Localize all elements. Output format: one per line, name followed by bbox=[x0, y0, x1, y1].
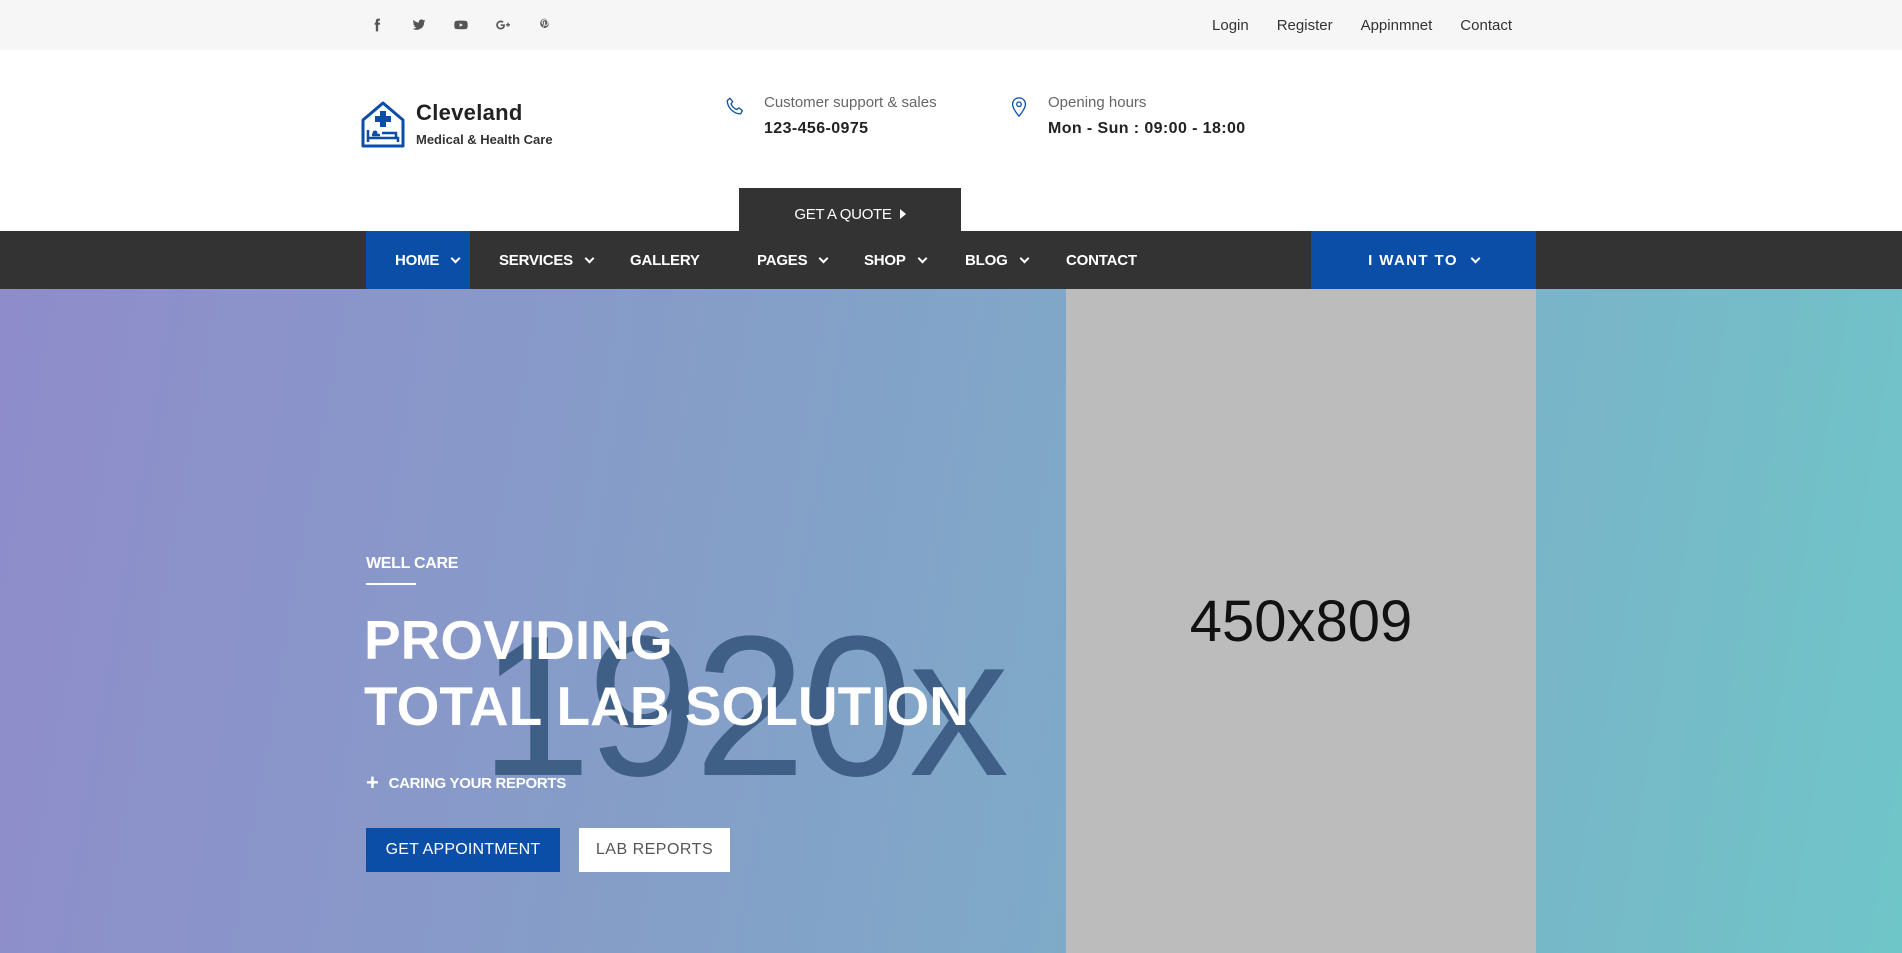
support-phone[interactable]: 123-456-0975 bbox=[764, 120, 937, 138]
chevron-down-icon bbox=[818, 253, 829, 263]
get-quote-label: GET A QUOTE bbox=[794, 205, 892, 223]
nav-item-pages[interactable]: PAGES bbox=[757, 231, 829, 289]
tagline-text: CARING YOUR REPORTS bbox=[388, 774, 567, 792]
nav-item-label: PAGES bbox=[757, 251, 808, 269]
nav-item-shop[interactable]: SHOP bbox=[864, 231, 928, 289]
lab-reports-button[interactable]: LAB REPORTS bbox=[579, 828, 730, 872]
chevron-down-icon bbox=[1470, 253, 1481, 263]
nav-item-label: SERVICES bbox=[499, 251, 573, 269]
phone-icon bbox=[726, 97, 743, 115]
headline-line-2: TOTAL LAB SOLUTION bbox=[364, 675, 969, 737]
caret-right-icon bbox=[899, 209, 906, 219]
nav-item-services[interactable]: SERVICES bbox=[499, 231, 595, 289]
chevron-down-icon bbox=[584, 253, 595, 263]
hero-eyebrow: WELL CARE bbox=[366, 555, 459, 572]
nav-item-blog[interactable]: BLOG bbox=[965, 231, 1029, 289]
chevron-down-icon bbox=[1019, 253, 1029, 263]
login-link[interactable]: Login bbox=[1212, 17, 1249, 34]
support-info: Customer support & sales 123-456-0975 bbox=[724, 94, 937, 138]
hero-tagline: + CARING YOUR REPORTS bbox=[366, 772, 566, 794]
google-plus-icon[interactable] bbox=[496, 0, 538, 50]
support-label: Customer support & sales bbox=[764, 94, 937, 111]
logo[interactable]: Cleveland Medical & Health Care bbox=[360, 100, 553, 148]
contact-link[interactable]: Contact bbox=[1460, 17, 1512, 34]
hero-headline: PROVIDING TOTAL LAB SOLUTION bbox=[364, 607, 969, 739]
pinterest-icon[interactable] bbox=[538, 0, 580, 50]
site-header: Cleveland Medical & Health Care Customer… bbox=[0, 50, 1902, 240]
eyebrow-underline bbox=[366, 583, 416, 585]
hours-info: Opening hours Mon - Sun : 09:00 - 18:00 bbox=[1008, 94, 1246, 138]
top-bar: Login Register Appinmnet Contact bbox=[0, 0, 1902, 50]
hospital-logo-icon bbox=[361, 101, 405, 148]
nav-item-label: HOME bbox=[395, 251, 440, 269]
nav-item-label: GALLERY bbox=[630, 251, 700, 269]
chevron-down-icon bbox=[917, 253, 928, 263]
facebook-icon[interactable] bbox=[370, 0, 412, 50]
nav-item-contact[interactable]: CONTACT bbox=[1066, 231, 1137, 289]
nav-item-label: CONTACT bbox=[1066, 251, 1137, 269]
brand-title: Cleveland bbox=[416, 100, 523, 125]
main-nav: HOME SERVICES GALLERY PAGES SHOP BLOG CO… bbox=[0, 231, 1902, 289]
brand-subtitle: Medical & Health Care bbox=[416, 132, 553, 147]
top-links: Login Register Appinmnet Contact bbox=[1212, 0, 1512, 50]
hours-label: Opening hours bbox=[1048, 94, 1147, 111]
get-appointment-button[interactable]: GET APPOINTMENT bbox=[366, 828, 560, 872]
nav-item-label: SHOP bbox=[864, 251, 906, 269]
appointment-link[interactable]: Appinmnet bbox=[1361, 17, 1433, 34]
plus-icon: + bbox=[366, 770, 379, 795]
social-links bbox=[370, 0, 580, 50]
hero-image-placeholder: 450x809 bbox=[1066, 289, 1536, 953]
youtube-icon[interactable] bbox=[454, 0, 496, 50]
i-want-to-label: I WANT TO bbox=[1368, 251, 1458, 269]
hours-value: Mon - Sun : 09:00 - 18:00 bbox=[1048, 120, 1246, 137]
twitter-icon[interactable] bbox=[412, 0, 454, 50]
register-link[interactable]: Register bbox=[1277, 17, 1333, 34]
headline-line-1: PROVIDING bbox=[364, 609, 673, 671]
nav-item-home[interactable]: HOME bbox=[366, 231, 470, 289]
nav-item-gallery[interactable]: GALLERY bbox=[630, 231, 700, 289]
i-want-to-button[interactable]: I WANT TO bbox=[1311, 231, 1536, 289]
chevron-down-icon bbox=[450, 253, 461, 263]
hero-slider: 1920x 450x809 WELL CARE PROVIDING TOTAL … bbox=[0, 289, 1902, 953]
nav-item-label: BLOG bbox=[965, 251, 1008, 269]
location-pin-icon bbox=[1011, 97, 1027, 118]
